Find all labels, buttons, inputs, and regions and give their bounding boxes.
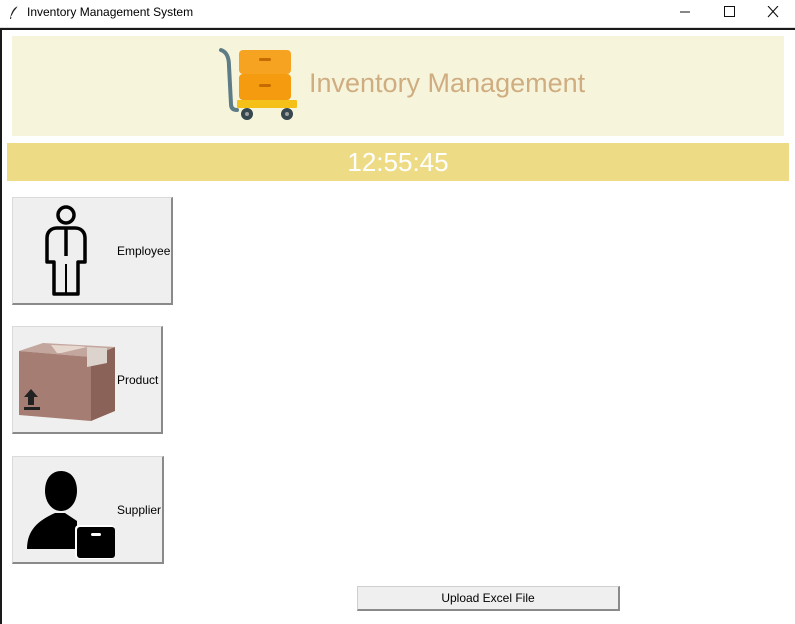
box-icon — [19, 343, 115, 421]
employee-label: Employee — [117, 244, 171, 258]
window-title: Inventory Management System — [27, 5, 194, 19]
cart-icon — [219, 48, 297, 120]
supplier-icon — [27, 471, 115, 559]
upload-excel-button[interactable]: Upload Excel File — [357, 586, 620, 611]
clock-bar: 12:55:45 — [7, 143, 789, 181]
employee-icon — [45, 205, 87, 296]
header-banner: Inventory Management — [12, 36, 784, 136]
maximize-icon — [724, 6, 735, 17]
close-button[interactable] — [751, 0, 795, 28]
product-button[interactable]: Product — [12, 326, 163, 434]
employee-button[interactable]: Employee — [12, 197, 173, 305]
title-bar: Inventory Management System — [0, 0, 795, 28]
minimize-button[interactable] — [663, 0, 707, 28]
supplier-label: Supplier — [117, 503, 162, 517]
clock-time: 12:55:45 — [347, 147, 449, 177]
supplier-button[interactable]: Supplier — [12, 456, 164, 564]
feather-icon — [8, 5, 20, 21]
minimize-icon — [680, 11, 690, 13]
app-heading: Inventory Management — [309, 68, 586, 98]
close-icon — [767, 6, 779, 18]
maximize-button[interactable] — [707, 0, 751, 28]
product-label: Product — [117, 373, 159, 387]
